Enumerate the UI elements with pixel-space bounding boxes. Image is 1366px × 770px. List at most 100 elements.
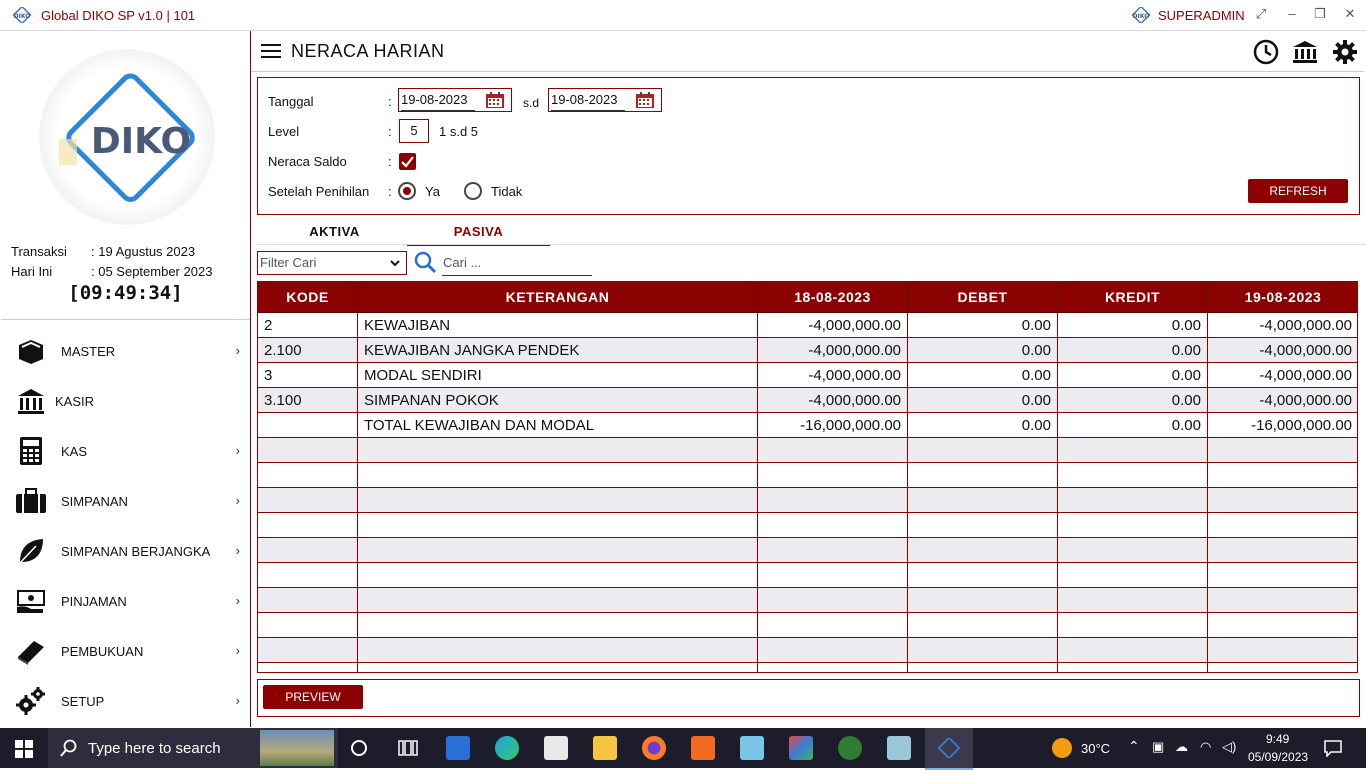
table-row[interactable]: [258, 512, 1357, 538]
table-cell[interactable]: 2: [258, 312, 358, 338]
widgets-icon[interactable]: [398, 739, 418, 757]
table-cell[interactable]: [357, 662, 758, 672]
table-cell[interactable]: [258, 487, 358, 513]
column-header[interactable]: 18-08-2023: [757, 282, 908, 313]
search-input[interactable]: Cari ...: [442, 251, 592, 276]
task-view-icon[interactable]: [350, 739, 368, 757]
table-cell[interactable]: [1057, 587, 1208, 613]
table-cell[interactable]: [1207, 537, 1357, 563]
table-cell[interactable]: -4,000,000.00: [1207, 337, 1357, 363]
table-cell[interactable]: KEWAJIBAN: [357, 312, 758, 338]
table-cell[interactable]: 0.00: [1057, 412, 1208, 438]
table-cell[interactable]: [1057, 487, 1208, 513]
table-cell[interactable]: -4,000,000.00: [757, 312, 908, 338]
table-cell[interactable]: [357, 437, 758, 463]
menu-pinjaman[interactable]: PINJAMAN ›: [1, 576, 250, 626]
menu-pembukuan[interactable]: PEMBUKUAN ›: [1, 626, 250, 676]
table-row[interactable]: 3 MODAL SENDIRI -4,000,000.00 0.00 0.00 -4,00…: [258, 362, 1357, 388]
table-cell[interactable]: [1207, 612, 1357, 638]
file-explorer-icon[interactable]: [593, 736, 617, 760]
menu-master[interactable]: MASTER ›: [1, 326, 250, 376]
table-row[interactable]: [258, 562, 1357, 588]
date-to-input[interactable]: 19-08-2023: [548, 88, 662, 112]
settings-gear-icon[interactable]: [1332, 39, 1358, 65]
table-cell[interactable]: [907, 562, 1058, 588]
hamburger-menu-icon[interactable]: [261, 43, 281, 59]
table-cell[interactable]: [1057, 512, 1208, 538]
table-cell[interactable]: [1057, 612, 1208, 638]
close-icon[interactable]: ✕: [1340, 6, 1360, 22]
xampp-icon[interactable]: [691, 736, 715, 760]
table-cell[interactable]: [907, 537, 1058, 563]
mail-icon[interactable]: [544, 736, 568, 760]
onedrive-icon[interactable]: ☁: [1175, 739, 1188, 755]
table-cell[interactable]: 0.00: [907, 337, 1058, 363]
table-cell[interactable]: [757, 537, 908, 563]
search-icon[interactable]: [413, 250, 437, 274]
table-cell[interactable]: -4,000,000.00: [757, 337, 908, 363]
table-cell[interactable]: [757, 512, 908, 538]
table-cell[interactable]: -16,000,000.00: [1207, 412, 1357, 438]
taskbar-date[interactable]: 05/09/2023: [1248, 750, 1308, 764]
table-cell[interactable]: 0.00: [1057, 337, 1208, 363]
tab-pasiva[interactable]: PASIVA: [407, 224, 550, 246]
taskbar-search[interactable]: Type here to search: [48, 728, 338, 768]
table-cell[interactable]: [1057, 462, 1208, 488]
table-cell[interactable]: [757, 437, 908, 463]
date-from-input[interactable]: 19-08-2023: [398, 88, 512, 112]
table-cell[interactable]: [1207, 637, 1357, 663]
bank-icon[interactable]: [1292, 39, 1318, 65]
table-cell[interactable]: [357, 487, 758, 513]
table-cell[interactable]: [258, 462, 358, 488]
table-cell[interactable]: [757, 612, 908, 638]
table-cell[interactable]: [1057, 662, 1208, 672]
wifi-icon[interactable]: ◠: [1200, 739, 1211, 755]
table-cell[interactable]: [258, 612, 358, 638]
volume-icon[interactable]: ◁): [1222, 739, 1236, 755]
table-cell[interactable]: [258, 537, 358, 563]
menu-kasir[interactable]: KASIR: [1, 376, 250, 426]
table-cell[interactable]: [907, 512, 1058, 538]
table-cell[interactable]: [357, 612, 758, 638]
fullscreen-icon[interactable]: ⤢: [1251, 6, 1271, 22]
table-row[interactable]: 3.100 SIMPANAN POKOK -4,000,000.00 0.00 0.00…: [258, 387, 1357, 413]
virtualbox-icon[interactable]: [789, 736, 813, 760]
table-cell[interactable]: [1207, 487, 1357, 513]
preview-button[interactable]: PREVIEW: [263, 685, 363, 709]
notification-icon[interactable]: [1323, 739, 1343, 757]
table-cell[interactable]: [907, 637, 1058, 663]
menu-simpanan[interactable]: SIMPANAN ›: [1, 476, 250, 526]
firefox-icon[interactable]: [642, 736, 666, 760]
refresh-button[interactable]: REFRESH: [1248, 179, 1348, 203]
table-row[interactable]: 2.100 KEWAJIBAN JANGKA PENDEK -4,000,000.0…: [258, 337, 1357, 363]
minimize-icon[interactable]: –: [1282, 6, 1302, 21]
table-cell[interactable]: 0.00: [907, 387, 1058, 413]
table-cell[interactable]: KEWAJIBAN JANGKA PENDEK: [357, 337, 758, 363]
table-cell[interactable]: 0.00: [907, 412, 1058, 438]
table-cell[interactable]: 3: [258, 362, 358, 388]
restore-icon[interactable]: ❐: [1310, 6, 1330, 22]
table-row[interactable]: [258, 487, 1357, 513]
table-row[interactable]: [258, 437, 1357, 463]
table-cell[interactable]: [1207, 512, 1357, 538]
chevron-up-icon[interactable]: ⌃: [1128, 738, 1140, 755]
table-cell[interactable]: [907, 462, 1058, 488]
table-cell[interactable]: [907, 612, 1058, 638]
table-cell[interactable]: [1207, 462, 1357, 488]
table-cell[interactable]: [1207, 437, 1357, 463]
heidisql-icon[interactable]: [838, 736, 862, 760]
column-header[interactable]: KREDIT: [1057, 282, 1208, 313]
table-row[interactable]: [258, 662, 1357, 672]
table-cell[interactable]: [357, 537, 758, 563]
active-app-tile[interactable]: [925, 728, 973, 770]
table-cell[interactable]: [757, 637, 908, 663]
table-cell[interactable]: [1207, 587, 1357, 613]
notepad-icon[interactable]: [740, 736, 764, 760]
history-clock-icon[interactable]: [1253, 39, 1279, 65]
column-header[interactable]: DEBET: [907, 282, 1058, 313]
table-cell[interactable]: [757, 462, 908, 488]
table-row[interactable]: [258, 587, 1357, 613]
table-cell[interactable]: [757, 487, 908, 513]
table-cell[interactable]: SIMPANAN POKOK: [357, 387, 758, 413]
table-cell[interactable]: [258, 512, 358, 538]
